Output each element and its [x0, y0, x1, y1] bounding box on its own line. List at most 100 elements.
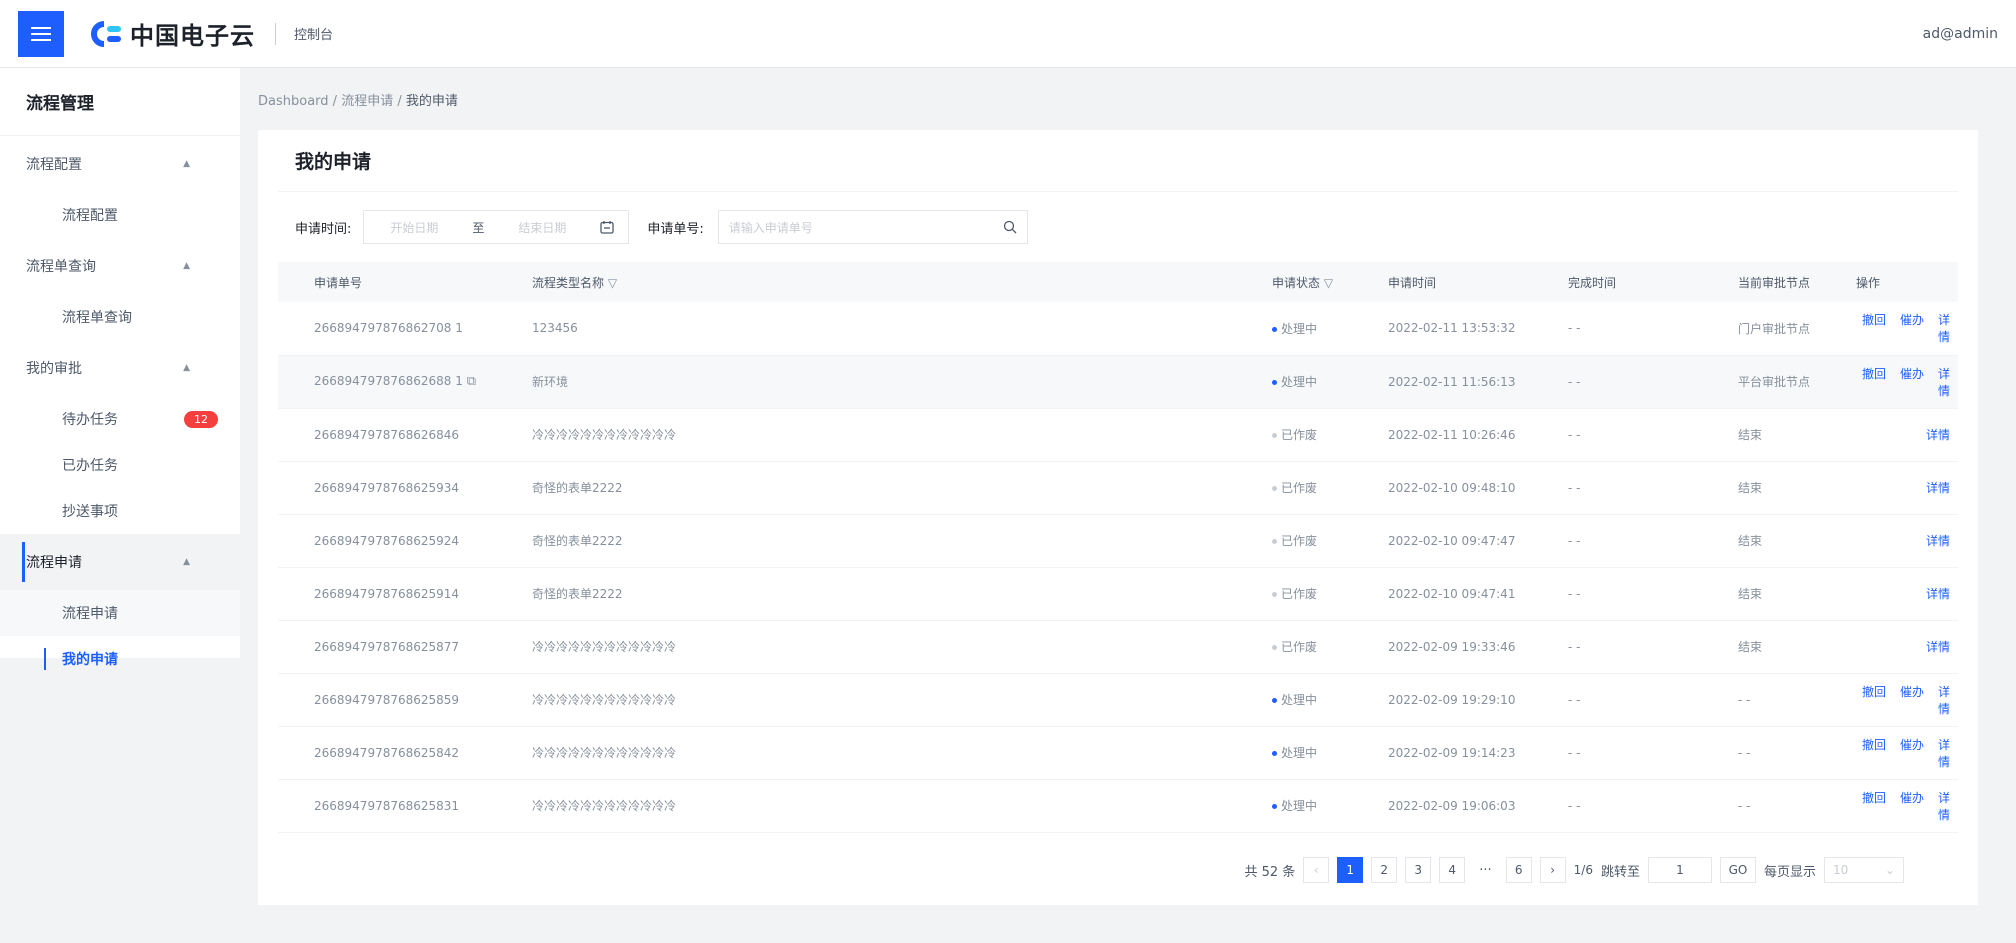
cell-operations: 详情: [1820, 461, 1958, 515]
status-text: 处理中: [1281, 375, 1318, 389]
cell-current-node: 结束: [1702, 567, 1820, 621]
sidebar-item-process-query[interactable]: 流程单查询: [0, 294, 240, 340]
cell-apply-time: 2022-02-09 19:29:10: [1352, 673, 1532, 727]
sidebar-item-todo-tasks[interactable]: 待办任务 12: [0, 396, 240, 442]
cell-status: 处理中: [1236, 779, 1352, 833]
console-link[interactable]: 控制台: [294, 24, 333, 43]
col-process-type[interactable]: 流程类型名称 ▽: [496, 262, 1236, 302]
copy-icon[interactable]: ⧉: [467, 374, 476, 389]
cell-apply-no: 2668947978768626846: [278, 408, 496, 462]
table-row[interactable]: 2668947978768625859 冷冷冷冷冷冷冷冷冷冷冷冷 处理中 202…: [278, 673, 1958, 727]
total-count: 共 52 条: [1244, 864, 1296, 880]
status-text: 已作废: [1281, 481, 1318, 495]
brand-logo[interactable]: 中国电子云: [90, 16, 255, 51]
sidebar-group-process-query[interactable]: 流程单查询 ▲: [0, 238, 240, 294]
cell-finish-time: - -: [1532, 461, 1702, 515]
sidebar-item-process-apply[interactable]: 流程申请: [0, 590, 240, 636]
sidebar-group-my-approval[interactable]: 我的审批 ▲: [0, 340, 240, 396]
sidebar-item-done-tasks[interactable]: 已办任务: [0, 442, 240, 488]
page-button-6[interactable]: 6: [1505, 857, 1532, 883]
hamburger-icon: [31, 26, 51, 41]
breadcrumb-dashboard[interactable]: Dashboard: [258, 94, 329, 109]
sidebar-item-label: 待办任务: [62, 412, 118, 428]
status-text: 已作废: [1281, 587, 1318, 601]
sidebar-title: 流程管理: [0, 68, 240, 136]
go-button[interactable]: GO: [1719, 857, 1756, 883]
col-status[interactable]: 申请状态 ▽: [1236, 262, 1352, 302]
brand-name: 中国电子云: [130, 22, 255, 50]
chevron-down-icon: ⌄: [1884, 863, 1895, 877]
cell-process-type: 冷冷冷冷冷冷冷冷冷冷冷冷: [496, 673, 1236, 727]
user-account[interactable]: ad@admin: [1923, 26, 1998, 42]
page-button-4[interactable]: 4: [1439, 857, 1466, 883]
detail-link[interactable]: 详情: [1926, 428, 1950, 442]
end-date-input[interactable]: 结束日期: [518, 219, 566, 236]
sidebar-item-my-applications[interactable]: 我的申请: [0, 636, 240, 682]
sidebar-item-label: 我的申请: [62, 652, 118, 668]
table-row[interactable]: 2668947978768625934 奇怪的表单2222 已作废 2022-0…: [278, 461, 1958, 515]
detail-link[interactable]: 详情: [1926, 587, 1950, 601]
jump-page-input[interactable]: 1: [1647, 857, 1712, 883]
detail-link[interactable]: 详情: [1938, 313, 1950, 344]
cell-status: 处理中: [1236, 302, 1352, 356]
breadcrumb: Dashboard / 流程申请 / 我的申请: [258, 90, 458, 109]
revoke-link[interactable]: 撤回: [1862, 685, 1886, 699]
table-row[interactable]: 2668947978768625842 冷冷冷冷冷冷冷冷冷冷冷冷 处理中 202…: [278, 726, 1958, 780]
cell-operations: 撤回 催办 详情: [1820, 355, 1958, 409]
start-date-input[interactable]: 开始日期: [390, 219, 438, 236]
breadcrumb-process-apply[interactable]: 流程申请: [341, 94, 393, 109]
page-button-2[interactable]: 2: [1371, 857, 1398, 883]
urge-link[interactable]: 催办: [1900, 791, 1924, 805]
page-button-1[interactable]: 1: [1337, 857, 1364, 883]
sidebar-group-process-config[interactable]: 流程配置 ▲: [0, 136, 240, 192]
detail-link[interactable]: 详情: [1938, 685, 1950, 716]
table-row[interactable]: 2668947978768625877 冷冷冷冷冷冷冷冷冷冷冷冷 已作废 202…: [278, 620, 1958, 674]
todo-count-badge: 12: [184, 410, 218, 428]
detail-link[interactable]: 详情: [1938, 791, 1950, 822]
cell-operations: 撤回 催办 详情: [1820, 726, 1958, 780]
sidebar-item-cc-items[interactable]: 抄送事项: [0, 488, 240, 534]
filter-icon[interactable]: ▽: [1324, 276, 1333, 290]
sidebar-group-process-apply[interactable]: 流程申请 ▲: [0, 534, 240, 590]
page-size-select[interactable]: 10 ⌄: [1824, 857, 1904, 883]
detail-link[interactable]: 详情: [1926, 534, 1950, 548]
prev-page-button[interactable]: ‹: [1303, 857, 1330, 883]
table-row[interactable]: 266894797876862688 1 ⧉ 新环境 处理中 2022-02-1…: [278, 355, 1958, 409]
page-ellipsis[interactable]: ···: [1473, 863, 1497, 878]
table-row[interactable]: 2668947978768625831 冷冷冷冷冷冷冷冷冷冷冷冷 处理中 202…: [278, 779, 1958, 833]
apply-no-text: 2668947978768625934: [314, 480, 460, 495]
search-icon[interactable]: [1003, 220, 1017, 234]
table-row[interactable]: 2668947978768625914 奇怪的表单2222 已作废 2022-0…: [278, 567, 1958, 621]
detail-link[interactable]: 详情: [1926, 481, 1950, 495]
apply-no-label: 申请单号:: [647, 221, 704, 237]
detail-link[interactable]: 详情: [1938, 367, 1950, 398]
revoke-link[interactable]: 撤回: [1862, 367, 1886, 381]
cell-current-node: 结束: [1702, 461, 1820, 515]
breadcrumb-separator: /: [332, 94, 342, 109]
urge-link[interactable]: 催办: [1900, 313, 1924, 327]
apply-no-search-input[interactable]: 请输入申请单号: [717, 210, 1028, 244]
menu-toggle-button[interactable]: [18, 10, 64, 57]
table-row[interactable]: 2668947978768625924 奇怪的表单2222 已作废 2022-0…: [278, 514, 1958, 568]
cell-apply-time: 2022-02-11 10:26:46: [1352, 408, 1532, 462]
date-range-picker[interactable]: 开始日期 至 结束日期: [363, 210, 630, 244]
urge-link[interactable]: 催办: [1900, 367, 1924, 381]
page-info: 1/6: [1573, 863, 1593, 877]
next-page-button[interactable]: ›: [1539, 857, 1566, 883]
main-card: 我的申请 申请时间: 开始日期 至 结束日期 申请单号: 请输入申请单号 申请单…: [258, 130, 1978, 905]
cell-status: 已作废: [1236, 620, 1352, 674]
urge-link[interactable]: 催办: [1900, 685, 1924, 699]
table-row[interactable]: 2668947978768626846 冷冷冷冷冷冷冷冷冷冷冷冷 已作废 202…: [278, 408, 1958, 462]
cell-apply-no: 2668947978768625914: [278, 567, 496, 621]
revoke-link[interactable]: 撤回: [1862, 313, 1886, 327]
sidebar-item-process-config[interactable]: 流程配置: [0, 192, 240, 238]
table-row[interactable]: 266894797876862708 1 123456 处理中 2022-02-…: [278, 302, 1958, 356]
cell-status: 已作废: [1236, 461, 1352, 515]
revoke-link[interactable]: 撤回: [1862, 738, 1886, 752]
detail-link[interactable]: 详情: [1938, 738, 1950, 769]
detail-link[interactable]: 详情: [1926, 640, 1950, 654]
page-button-3[interactable]: 3: [1405, 857, 1432, 883]
revoke-link[interactable]: 撤回: [1862, 791, 1886, 805]
filter-icon[interactable]: ▽: [608, 276, 617, 290]
urge-link[interactable]: 催办: [1900, 738, 1924, 752]
